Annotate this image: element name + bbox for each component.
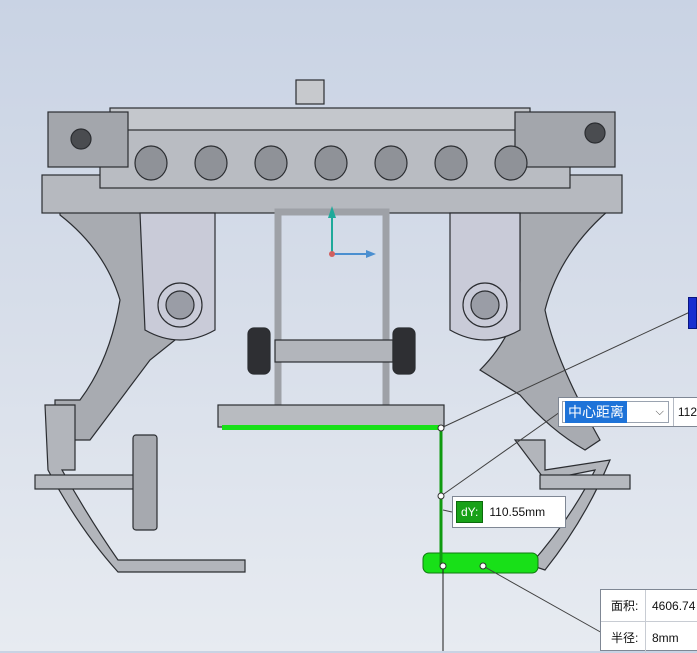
radius-value: 8mm xyxy=(645,622,679,653)
left-guide-rod xyxy=(34,474,136,490)
area-row: 面积: 4606.74 xyxy=(601,590,697,621)
bottom-plate xyxy=(217,404,445,428)
dy-value: 110.55mm xyxy=(489,505,546,519)
measure-mode-callout: 中心距离 ⌵ 112 xyxy=(558,397,697,427)
right-guide-rod xyxy=(539,474,631,490)
leader-nodes xyxy=(437,424,608,638)
air-fitting xyxy=(295,79,325,105)
top-rail xyxy=(109,107,531,131)
center-shaft xyxy=(274,339,394,363)
dy-dimension-callout[interactable]: dY: 110.55mm xyxy=(452,496,566,528)
selected-face-top xyxy=(222,425,440,430)
measure-mode-value: 112 xyxy=(672,398,697,426)
measure-mode-select[interactable]: 中心距离 ⌵ xyxy=(562,401,669,423)
properties-callout: 面积: 4606.74 半径: 8mm xyxy=(600,589,697,653)
left-knob xyxy=(247,327,271,375)
cad-viewport[interactable] xyxy=(0,0,697,651)
radius-label: 半径: xyxy=(611,631,639,645)
area-value: 4606.74 xyxy=(645,590,695,621)
dy-label: dY: xyxy=(456,501,484,523)
chevron-down-icon[interactable]: ⌵ xyxy=(656,406,664,419)
radius-row: 半径: 8mm xyxy=(601,621,697,653)
blue-marker[interactable] xyxy=(688,297,697,329)
area-label: 面积: xyxy=(611,599,639,613)
left-bolt xyxy=(70,128,92,150)
right-knob xyxy=(392,327,416,375)
right-bolt xyxy=(584,122,606,144)
measure-mode-label: 中心距离 xyxy=(565,401,627,423)
left-jaw xyxy=(132,434,158,531)
